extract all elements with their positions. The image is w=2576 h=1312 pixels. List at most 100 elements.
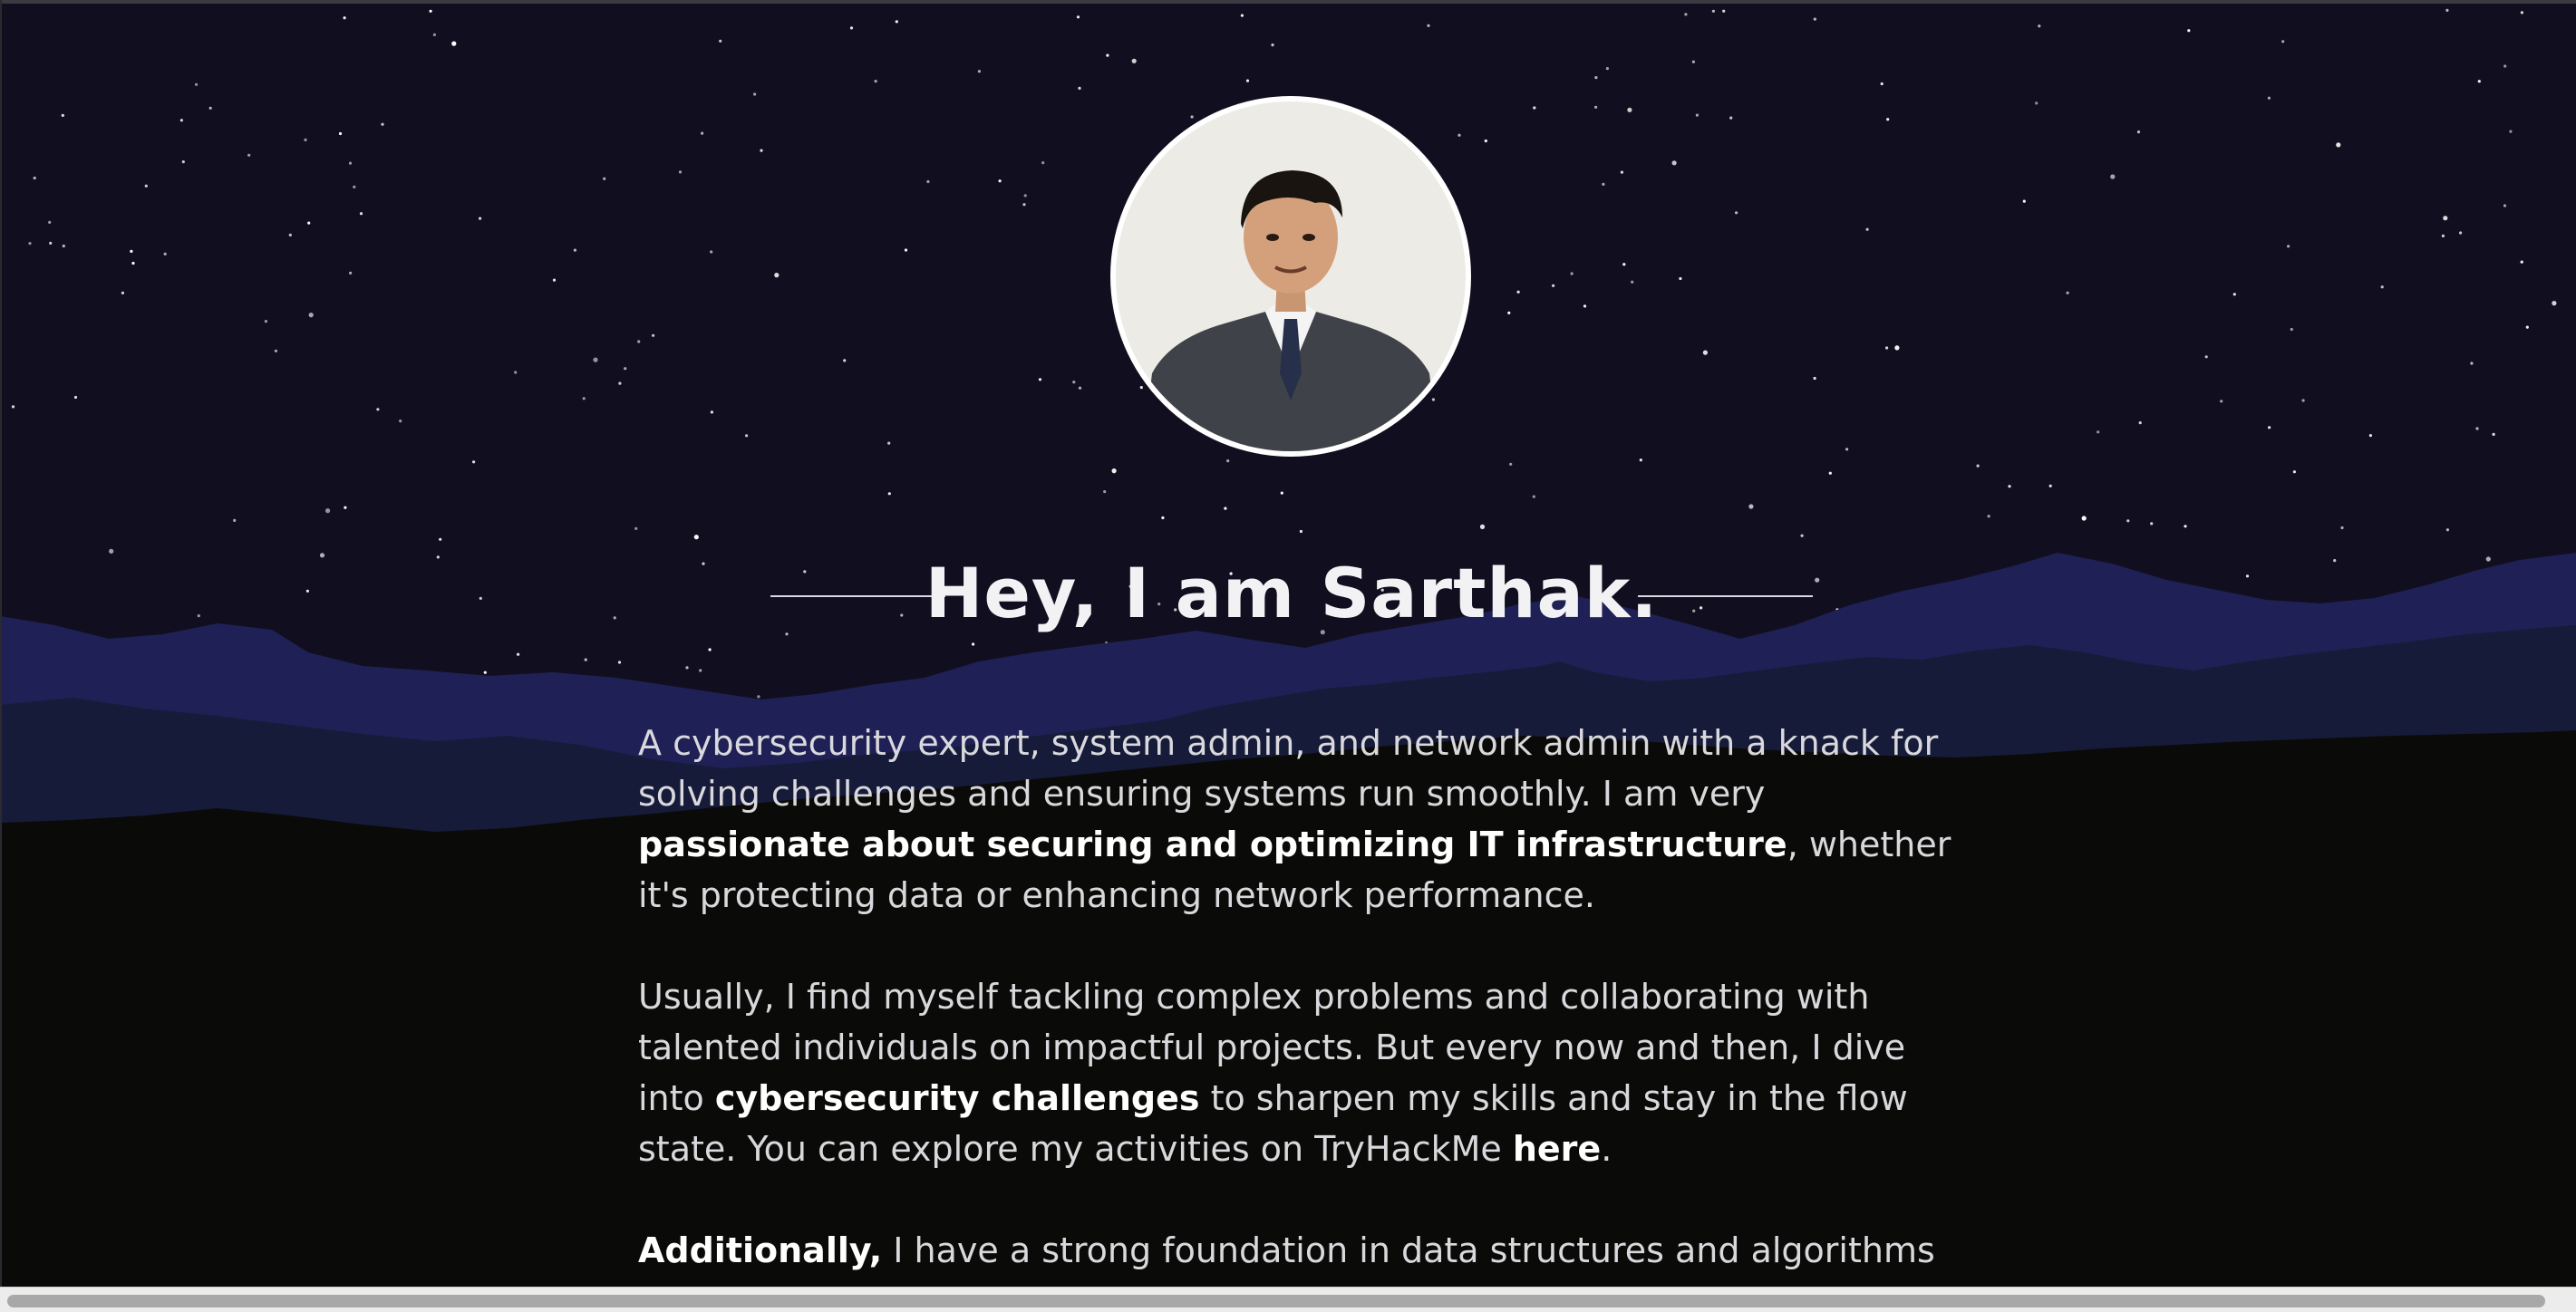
star [603,177,606,180]
about-text: A cybersecurity expert, system admin, an… [638,723,1939,814]
star [1583,304,1587,308]
star [1695,113,1699,117]
star [308,313,314,318]
star [274,349,277,352]
star [887,441,891,445]
star [1691,60,1695,63]
star [1735,211,1738,215]
star [181,160,185,164]
star [843,359,847,362]
star [1620,170,1623,174]
star [1280,491,1283,495]
star [1684,13,1688,16]
star [2459,231,2463,235]
star [1022,203,1026,207]
star [305,589,309,593]
star [2443,216,2448,221]
star [710,410,714,414]
star [2097,430,2100,434]
star [163,252,167,256]
star [2503,204,2507,207]
star [685,666,689,670]
star [1072,381,1076,384]
star [479,596,482,601]
star [613,616,616,620]
star [1023,194,1027,198]
star [1161,516,1165,520]
star [2138,421,2142,425]
star [304,138,307,141]
star [2267,96,2271,100]
star [1479,524,1486,530]
star [1457,133,1461,137]
star [753,92,757,96]
star [1570,272,1574,275]
star [144,184,148,188]
profile-photo [1116,101,1466,451]
star [451,41,457,46]
star [247,153,251,157]
star [678,170,683,174]
star [2245,574,2250,578]
star [1076,15,1080,19]
star [319,553,325,558]
star [874,80,877,83]
star [49,241,53,245]
star [2281,40,2285,43]
star [2187,29,2191,33]
star [1711,9,1715,13]
star [1139,386,1143,390]
star [1038,378,1042,381]
star [1190,115,1194,119]
star [2525,325,2529,329]
star [998,179,1002,183]
star [701,131,704,135]
star [338,131,343,136]
star [2503,64,2507,68]
about-highlight: passionate about securing and optimizing… [638,825,1787,864]
about-highlight: Additionally, [638,1230,883,1270]
star [552,278,557,282]
star [472,460,476,464]
star [1828,471,1832,475]
star [514,371,518,374]
star [1078,386,1082,390]
star [2038,24,2041,28]
star [479,217,482,220]
star [693,535,699,540]
star [760,149,763,152]
star [2287,245,2290,248]
avatar-portrait-icon [1116,101,1466,451]
star [2441,234,2445,237]
scrollbar-thumb[interactable] [7,1295,2545,1307]
star [1240,14,1244,17]
star [28,242,32,246]
star [1131,58,1137,63]
tryhackme-link[interactable]: here [1513,1129,1601,1169]
star [432,33,436,37]
star [2509,130,2513,133]
star [2126,519,2130,523]
star [2035,101,2039,105]
star [584,658,587,661]
star [208,106,212,110]
star [195,82,199,86]
star [1815,577,1820,583]
star [652,333,655,337]
star [2066,291,2069,294]
star [436,555,440,559]
star [593,357,598,362]
star [757,695,760,699]
horizontal-scrollbar[interactable] [0,1287,2576,1312]
star [348,161,353,165]
star [2110,174,2116,179]
page: Hey, I am Sarthak. A cybersecurity exper… [0,0,2576,1312]
star [2470,362,2474,365]
star [1594,76,1598,80]
star [2022,199,2026,203]
star [1631,280,1634,284]
star [710,250,713,254]
star [1627,107,1632,112]
star [977,70,981,73]
star [48,220,52,224]
